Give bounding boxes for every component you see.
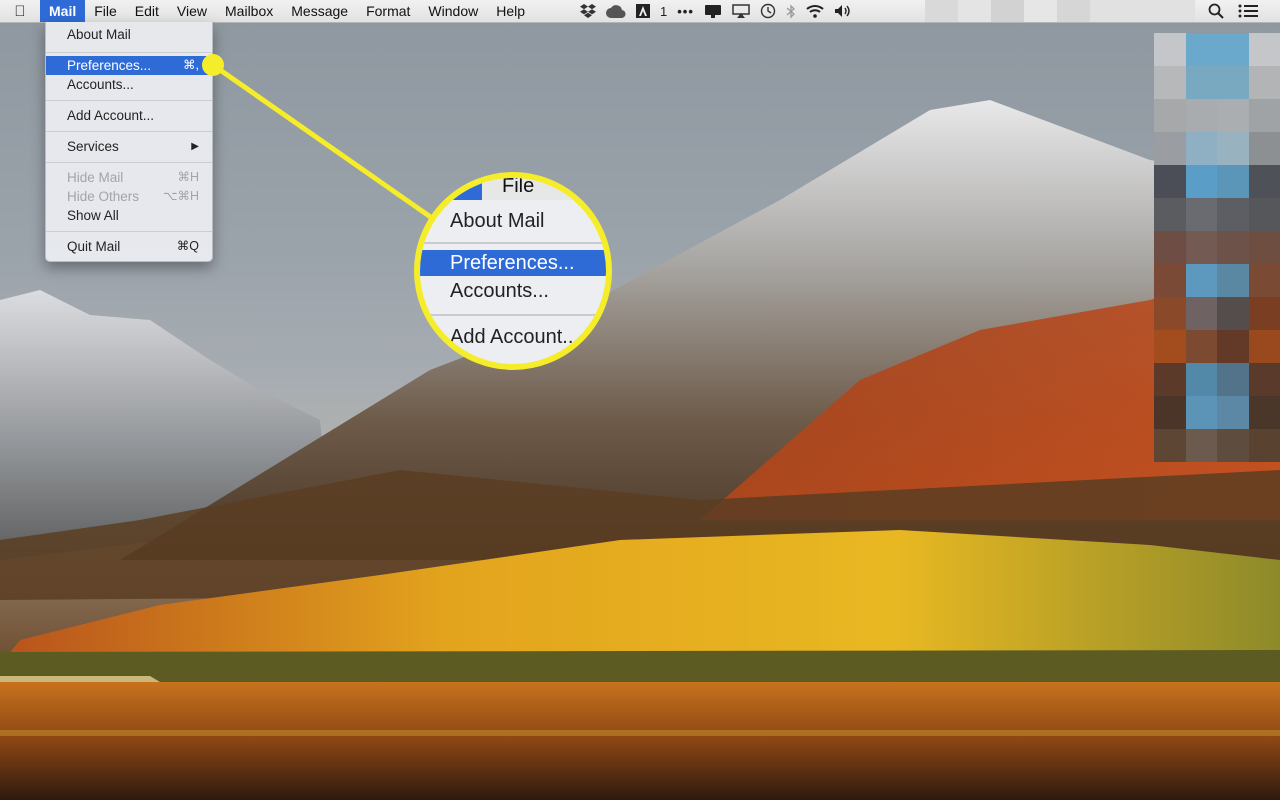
notification-center-icon[interactable]	[1238, 4, 1258, 21]
menu-bar:  Mail File Edit View Mailbox Message Fo…	[0, 0, 1280, 23]
menu-item-label: Preferences...	[67, 58, 152, 73]
menu-item-about-mail[interactable]: About Mail	[46, 25, 212, 44]
menu-mailbox[interactable]: Mailbox	[216, 0, 282, 22]
mail-menu-dropdown: About Mail Preferences... ⌘, Accounts...…	[45, 22, 213, 262]
menu-message[interactable]: Message	[282, 0, 357, 22]
menu-separator	[46, 162, 212, 163]
submenu-arrow-icon: ▶	[191, 141, 199, 152]
wifi-icon[interactable]	[806, 4, 824, 18]
time-machine-icon[interactable]	[760, 3, 776, 19]
zoom-file-menu: File	[502, 175, 535, 197]
menu-item-label: About Mail	[67, 27, 131, 42]
zoom-item-label: About Mail	[450, 210, 545, 232]
ellipsis-icon[interactable]: •••	[677, 4, 694, 19]
menu-item-shortcut: ⌥⌘H	[163, 189, 199, 203]
menu-item-shortcut: ⌘,	[183, 58, 199, 72]
dropbox-icon[interactable]	[580, 4, 596, 18]
magnifier-callout: File About Mail Preferences... Accounts.…	[414, 172, 612, 370]
menu-item-preferences[interactable]: Preferences... ⌘,	[46, 56, 212, 75]
zoom-item-accounts: Accounts...	[420, 278, 606, 304]
status-menu-extras: 1 •••	[580, 0, 852, 22]
zoom-item-preferences: Preferences...	[420, 250, 606, 276]
cloud-icon[interactable]	[606, 4, 626, 18]
notification-count: 1	[660, 3, 668, 19]
zoom-item-label: Accounts...	[450, 280, 549, 302]
callout-dot	[202, 54, 224, 76]
menu-item-services[interactable]: Services ▶	[46, 137, 212, 156]
menu-window[interactable]: Window	[419, 0, 487, 22]
menu-mail[interactable]: Mail	[40, 0, 86, 22]
bluetooth-icon[interactable]	[786, 3, 796, 19]
spotlight-icon[interactable]	[1208, 3, 1224, 22]
adobe-icon[interactable]	[636, 4, 650, 18]
zoom-item-label: Preferences...	[450, 252, 575, 274]
menu-separator	[46, 231, 212, 232]
menu-item-label: Show All	[67, 208, 119, 223]
display-icon[interactable]	[704, 4, 722, 18]
redacted-mosaic	[1154, 33, 1280, 465]
menu-help[interactable]: Help	[487, 0, 534, 22]
menu-separator	[46, 131, 212, 132]
volume-icon[interactable]	[834, 4, 852, 18]
menu-item-hide-mail: Hide Mail ⌘H	[46, 168, 212, 187]
airplay-icon[interactable]	[732, 4, 750, 18]
menu-item-label: Hide Others	[67, 189, 140, 204]
menu-item-add-account[interactable]: Add Account...	[46, 106, 212, 125]
zoom-separator	[420, 314, 606, 316]
menu-separator	[46, 100, 212, 101]
menu-item-label: Quit Mail	[67, 239, 121, 254]
zoom-item-about-mail: About Mail	[420, 208, 606, 234]
zoom-mail-menu-highlight	[420, 178, 482, 200]
menu-item-label: Accounts...	[67, 77, 134, 92]
menu-item-label: Add Account...	[67, 108, 155, 123]
menu-item-shortcut: ⌘H	[177, 170, 199, 184]
menu-item-label: Services	[67, 139, 119, 154]
zoom-item-add-account: Add Account...	[420, 324, 606, 350]
menu-item-label: Hide Mail	[67, 170, 124, 185]
menu-separator	[46, 52, 212, 53]
menu-item-shortcut: ⌘Q	[176, 239, 199, 253]
apple-icon[interactable]: 	[0, 3, 40, 20]
menu-item-show-all[interactable]: Show All	[46, 206, 212, 225]
menu-item-accounts[interactable]: Accounts...	[46, 75, 212, 94]
redacted-menu-extras	[925, 0, 1195, 22]
zoom-separator	[420, 242, 606, 244]
menu-item-quit-mail[interactable]: Quit Mail ⌘Q	[46, 237, 212, 256]
menu-edit[interactable]: Edit	[126, 0, 168, 22]
menu-format[interactable]: Format	[357, 0, 419, 22]
menu-file[interactable]: File	[85, 0, 126, 22]
menu-item-hide-others: Hide Others ⌥⌘H	[46, 187, 212, 206]
zoom-item-label: Add Account...	[450, 326, 579, 348]
menu-view[interactable]: View	[168, 0, 216, 22]
